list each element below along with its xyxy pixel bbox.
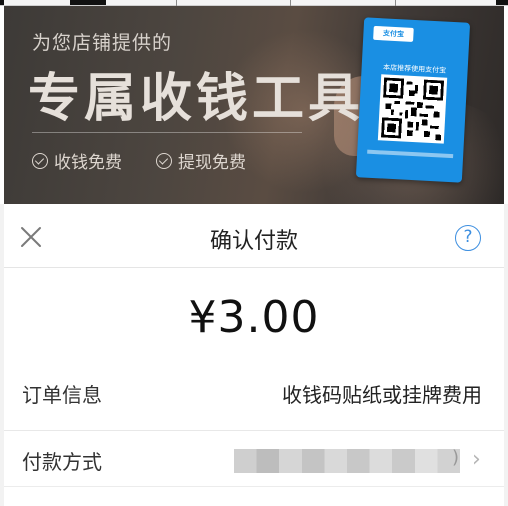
check-circle-icon <box>156 152 172 169</box>
strip-block <box>70 0 106 5</box>
feature-label: 提现免费 <box>178 153 246 173</box>
promo-title: 专属收钱工具 <box>28 69 365 129</box>
payment-method-row[interactable]: 付款方式 ) › <box>4 430 504 486</box>
promo-banner: 为您店铺提供的 专属收钱工具 收钱免费 提现免费 支付宝 本店推荐使用支付宝 <box>4 6 504 204</box>
chevron-right-icon: › <box>472 447 481 472</box>
payment-method-value-blurred <box>234 449 460 473</box>
promo-subtitle: 为您店铺提供的 <box>32 32 173 54</box>
alipay-logo: 支付宝 <box>373 25 414 42</box>
strip-block <box>0 0 4 5</box>
order-info-label: 订单信息 <box>22 383 102 407</box>
sheet-title: 确认付款 <box>209 229 298 254</box>
payment-method-tail: ) <box>452 447 460 468</box>
payment-confirm-sheet: 确认付款 ? ¥3.00 订单信息 收钱码贴纸或挂牌费用 付款方式 ) › <box>4 204 504 506</box>
feature-withdraw-free: 提现免费 <box>156 148 246 173</box>
order-info-row: 订单信息 收钱码贴纸或挂牌费用 <box>4 364 504 420</box>
qr-code-image <box>377 74 448 144</box>
divider <box>4 486 504 487</box>
sheet-header: 确认付款 ? <box>4 204 504 268</box>
qr-code-sign: 支付宝 本店推荐使用支付宝 <box>355 17 471 183</box>
feature-collect-free: 收钱免费 <box>32 148 122 173</box>
strip-block <box>496 0 508 5</box>
payment-amount: ¥3.00 <box>188 292 320 343</box>
promo-divider <box>32 132 302 133</box>
feature-label: 收钱免费 <box>54 153 122 173</box>
check-circle-icon <box>32 152 48 169</box>
order-info-value: 收钱码贴纸或挂牌费用 <box>282 383 482 407</box>
payment-method-label: 付款方式 <box>22 450 102 474</box>
help-icon[interactable]: ? <box>455 225 481 251</box>
